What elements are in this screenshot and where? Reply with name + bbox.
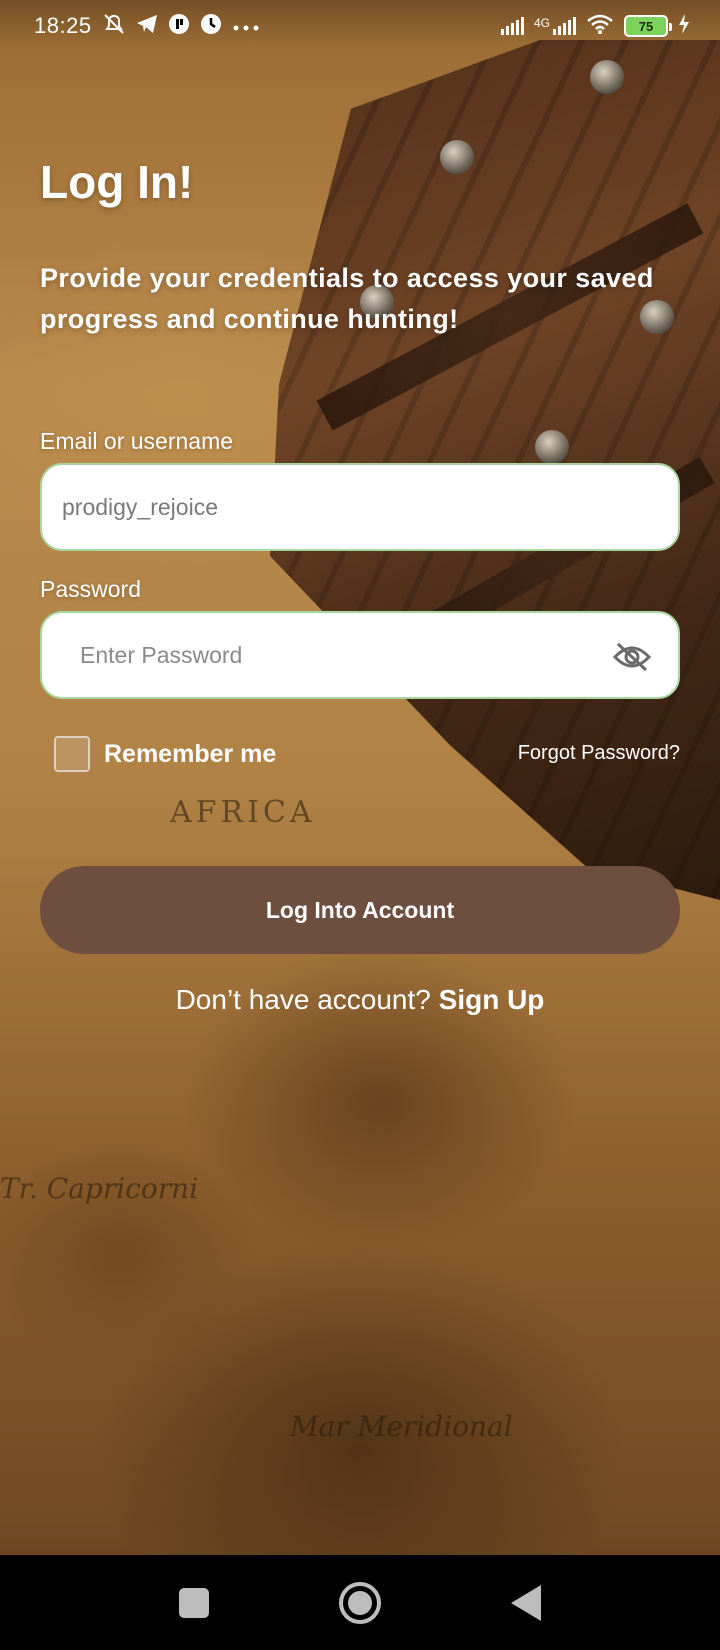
eye-off-icon[interactable] — [612, 639, 652, 675]
chest-rivet — [590, 60, 624, 94]
clock-app-icon — [200, 13, 222, 39]
email-field[interactable] — [40, 463, 680, 551]
login-button[interactable]: Log Into Account — [40, 866, 680, 954]
system-nav-bar — [0, 1555, 720, 1650]
signup-link[interactable]: Sign Up — [439, 984, 545, 1015]
chest-rivet — [440, 140, 474, 174]
chest-rivet — [535, 430, 569, 464]
signup-prompt: Don’t have account? — [175, 984, 439, 1015]
status-time: 18:25 — [34, 13, 92, 38]
charging-icon — [678, 13, 690, 39]
battery-level: 75 — [638, 18, 654, 34]
signal-4g-icon: 4G — [534, 17, 576, 35]
map-label-africa: AFRICA — [170, 795, 316, 830]
wifi-icon — [586, 14, 614, 39]
home-icon[interactable] — [339, 1581, 381, 1624]
notifications-off-icon — [102, 13, 126, 39]
more-dots-icon — [232, 16, 260, 36]
back-icon[interactable] — [511, 1584, 541, 1621]
email-input[interactable] — [62, 465, 678, 549]
remember-me-checkbox[interactable] — [54, 736, 90, 772]
map-label-capricorn: Tr. Capricorni — [0, 1172, 199, 1205]
remember-me-label[interactable]: Remember me — [104, 740, 276, 769]
recent-apps-icon[interactable] — [179, 1587, 209, 1618]
status-bar-left: 18:25 — [34, 13, 260, 39]
email-label: Email or username — [40, 428, 234, 454]
page-title: Log In! — [40, 156, 194, 208]
forgot-password-link[interactable]: Forgot Password? — [518, 742, 680, 765]
status-bar-right: 4G 75 — [500, 13, 690, 39]
battery-icon: 75 — [624, 15, 672, 37]
page-subtitle: Provide your credentials to access your … — [40, 263, 654, 334]
app-icon — [168, 13, 190, 39]
remember-me-row[interactable]: Remember me — [54, 736, 276, 772]
signal-icon — [500, 17, 524, 35]
signup-row: Don’t have account? Sign Up — [0, 984, 720, 1016]
map-label-mar-meridional: Mar Meridional — [290, 1410, 513, 1443]
password-label: Password — [40, 576, 141, 602]
network-type-label: 4G — [533, 16, 550, 30]
password-field[interactable] — [40, 611, 680, 699]
telegram-icon — [136, 14, 158, 38]
status-bar: 18:25 4G 75 — [0, 0, 720, 52]
password-input[interactable] — [80, 613, 678, 697]
